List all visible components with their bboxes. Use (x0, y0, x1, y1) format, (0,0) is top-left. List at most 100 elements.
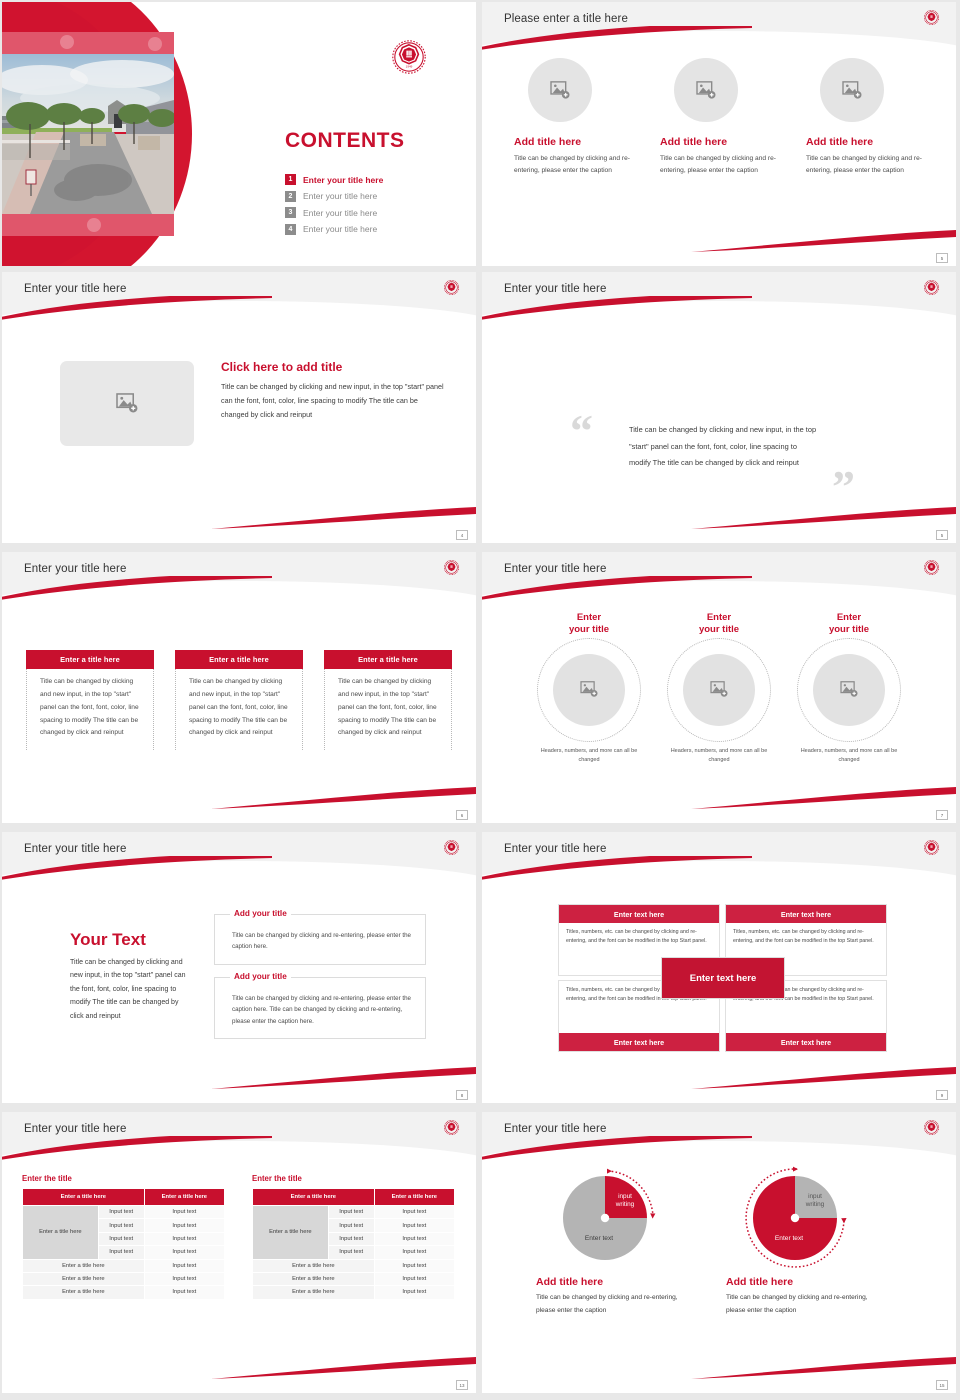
slide-three-columns[interactable]: Enter your title here Enter a title here… (2, 552, 476, 823)
card-group: Add your title Title can be changed by c… (214, 909, 426, 1051)
pie-body: Title can be changed by clicking and re-… (536, 1294, 678, 1314)
image-placeholder-circle[interactable] (820, 58, 884, 122)
image-placeholder-circle[interactable] (683, 653, 755, 726)
column-header: Enter a title here (175, 650, 303, 669)
slide-cell-5[interactable]: Enter your title here Enter a title here… (0, 550, 480, 830)
column-header: Enter a title here (324, 650, 452, 669)
slide-cell-9[interactable]: Enter your title here Enter the title En… (0, 1110, 480, 1400)
table-row-label: Enter a title here (252, 1205, 329, 1260)
circle-column[interactable]: Add title here Title can be changed by c… (514, 58, 632, 177)
svg-text:writing: writing (805, 1201, 825, 1208)
column-body: Title can be changed by clicking and new… (324, 669, 452, 751)
dashed-ring (537, 637, 641, 742)
text-column[interactable]: Enter a title here Title can be changed … (175, 650, 303, 751)
table-cell: Enter a title here (22, 1258, 145, 1273)
ring-column[interactable]: Enter your title Headers, numbers, and m… (660, 612, 778, 765)
page-number: 5 (936, 253, 948, 263)
data-table[interactable]: Enter a title here Enter a title here En… (252, 1188, 456, 1300)
slide-cover[interactable]: 1949 CONTENTS 1 Enter your title here 2 … (2, 2, 476, 266)
slide-ring-circles[interactable]: Enter your title here Enter your title H… (482, 552, 956, 823)
table-group: Enter the title Enter a title here Enter… (2, 1158, 476, 1300)
image-placeholder-circle[interactable] (674, 58, 738, 122)
slide-three-circles[interactable]: Please enter a title here Add title here… (482, 2, 956, 266)
image-placeholder-circle[interactable] (528, 58, 592, 122)
slide-cell-1[interactable]: 1949 CONTENTS 1 Enter your title here 2 … (0, 0, 480, 270)
text-card[interactable]: Add your title Title can be changed by c… (214, 909, 426, 965)
table-cell: Input text (373, 1218, 456, 1233)
table-row: Enter a title here Input text (22, 1258, 226, 1273)
slide-quote[interactable]: Enter your title here “ Title can be cha… (482, 272, 956, 543)
left-text-block: Your Text Title can be changed by clicki… (70, 930, 188, 1023)
university-seal-icon (443, 839, 460, 856)
slide-cell-7[interactable]: Enter your title here Your Text Title ca… (0, 830, 480, 1110)
ring-column-group: Enter your title Headers, numbers, and m… (482, 598, 956, 765)
table-cell: Enter a title here (252, 1258, 375, 1273)
dashed-ring (797, 637, 901, 742)
slide-cell-4[interactable]: Enter your title here “ Title can be cha… (480, 270, 960, 550)
slide-cell-6[interactable]: Enter your title here Enter your title H… (480, 550, 960, 830)
card-body: Title can be changed by clicking and re-… (232, 932, 411, 951)
toc-item-4[interactable]: 4 Enter your title here (285, 223, 383, 235)
slide-tables[interactable]: Enter your title here Enter the title En… (2, 1112, 476, 1393)
circle-column[interactable]: Add title here Title can be changed by c… (660, 58, 778, 177)
toc-label: Enter your title here (303, 174, 384, 185)
table-row-label: Enter a title here (22, 1205, 99, 1260)
slide-body: Enter the title Enter a title here Enter… (2, 1158, 476, 1393)
slide-body: Your Text Title can be changed by clicki… (2, 878, 476, 1103)
toc-item-3[interactable]: 3 Enter your title here (285, 207, 383, 218)
slide-cell-8[interactable]: Enter your title here Enter text here Ti… (480, 830, 960, 1110)
cover-dot-2 (148, 37, 162, 51)
circle-column[interactable]: Add title here Title can be changed by c… (806, 58, 924, 177)
toc-item-2[interactable]: 2 Enter your title here (285, 190, 383, 202)
column-header: Enter a title here (26, 650, 154, 669)
table-cell: Input text (373, 1245, 456, 1260)
table-cell: Input text (143, 1231, 226, 1247)
toc-number: 4 (285, 223, 296, 235)
page-title: CONTENTS (285, 129, 405, 152)
image-placeholder-box[interactable] (60, 361, 194, 446)
table-header-cell: Enter a title here (252, 1188, 375, 1206)
table-cell: Enter a title here (252, 1271, 375, 1287)
table-row: Enter a title here Input text (22, 1285, 226, 1300)
pie-heading: Add title here (536, 1276, 604, 1288)
text-column[interactable]: Enter a title here Title can be changed … (26, 650, 154, 751)
slide-picture-text[interactable]: Enter your title here Click here to add … (2, 272, 476, 543)
table-header-cell: Enter a title here (143, 1188, 226, 1206)
slide-cell-3[interactable]: Enter your title here Click here to add … (0, 270, 480, 550)
table-cell: Input text (97, 1218, 145, 1233)
cover-canvas: 1949 CONTENTS 1 Enter your title here 2 … (2, 2, 476, 266)
text-column[interactable]: Enter a title here Title can be changed … (324, 650, 452, 751)
text-card[interactable]: Add your title Title can be changed by c… (214, 971, 426, 1040)
table-cell: Input text (97, 1245, 145, 1260)
toc-number: 2 (285, 190, 296, 202)
ring-column[interactable]: Enter your title Headers, numbers, and m… (530, 612, 648, 765)
table-block: Enter the title Enter a title here Enter… (252, 1174, 456, 1300)
slide-body: input writing Enter text Add title here … (482, 1158, 956, 1393)
center-callout[interactable]: Enter text here (661, 957, 785, 999)
table-header-cell: Enter a title here (373, 1188, 456, 1206)
column-body: Title can be changed by clicking and re-… (806, 155, 922, 175)
table-row: Enter a title here Input text (252, 1271, 456, 1287)
slide-your-text[interactable]: Enter your title here Your Text Title ca… (2, 832, 476, 1103)
university-seal-icon (923, 1119, 940, 1136)
image-placeholder-circle[interactable] (813, 653, 885, 726)
ring-column[interactable]: Enter your title Headers, numbers, and m… (790, 612, 908, 765)
slide-title: Enter your title here (24, 563, 127, 575)
slide-cell-2[interactable]: Please enter a title here Add title here… (480, 0, 960, 270)
your-text-body: Title can be changed by clicking and new… (70, 959, 186, 1020)
svg-text:input: input (618, 1193, 632, 1200)
slide-cell-10[interactable]: Enter your title here input writing Ente… (480, 1110, 960, 1400)
slide-title: Enter your title here (24, 843, 127, 855)
page-number: 5 (936, 530, 948, 540)
data-table[interactable]: Enter a title here Enter a title here En… (22, 1188, 226, 1300)
slide-pie-charts[interactable]: Enter your title here input writing Ente… (482, 1112, 956, 1393)
slide-quad-boxes[interactable]: Enter your title here Enter text here Ti… (482, 832, 956, 1103)
table-row: Enter a title here Input text Input text (22, 1204, 226, 1260)
table-caption: Enter the title (252, 1174, 302, 1183)
toc-item-1[interactable]: 1 Enter your title here (285, 174, 383, 185)
table-header-row: Enter a title here Enter a title here (252, 1188, 456, 1206)
ring-caption: Headers, numbers, and more can all be ch… (670, 747, 768, 764)
table-cell: Input text (327, 1204, 375, 1220)
circle-column-group: Add title here Title can be changed by c… (482, 48, 956, 177)
image-placeholder-circle[interactable] (553, 653, 625, 726)
